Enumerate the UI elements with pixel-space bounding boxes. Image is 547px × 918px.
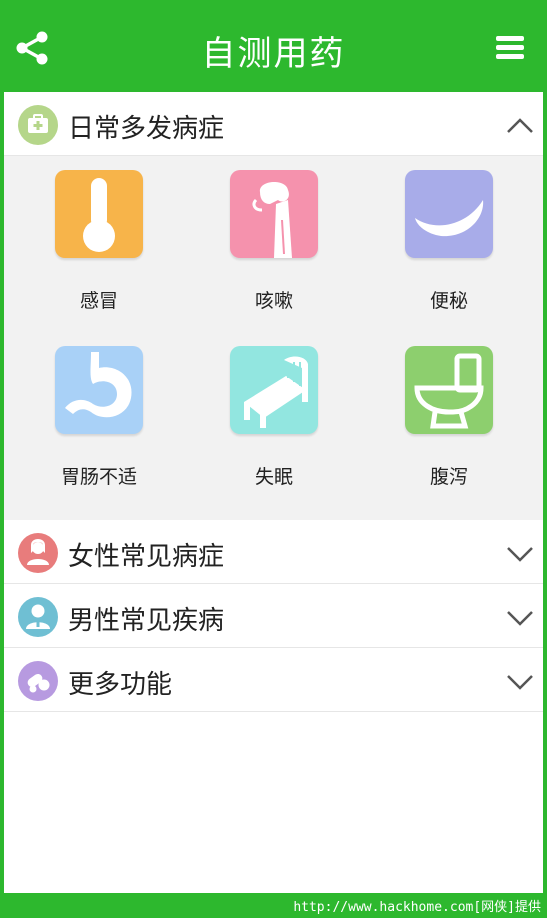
section-label: 日常多发病症 xyxy=(68,114,225,144)
app-bar: 自测用药 xyxy=(4,4,543,92)
section-label: 更多功能 xyxy=(68,670,173,700)
menu-button[interactable] xyxy=(494,32,528,66)
chevron-up-icon xyxy=(507,118,533,133)
page-title: 自测用药 xyxy=(201,34,346,74)
condition-label: 便秘 xyxy=(429,290,468,312)
app-screen: 自测用药 日常多发病症 感冒 咳嗽 便秘 胃肠不适 失眠 腹泻 女性常见病症 男… xyxy=(4,4,543,893)
toilet-icon xyxy=(405,346,493,434)
condition-label: 感冒 xyxy=(79,290,118,312)
cough-icon xyxy=(230,170,318,258)
condition-stomach[interactable]: 胃肠不适 xyxy=(24,332,174,502)
condition-cough[interactable]: 咳嗽 xyxy=(199,156,349,326)
section-label: 女性常见病症 xyxy=(68,542,225,572)
thermometer-icon xyxy=(55,170,143,258)
condition-label: 胃肠不适 xyxy=(60,466,137,488)
conditions-grid: 感冒 咳嗽 便秘 胃肠不适 失眠 腹泻 xyxy=(4,156,543,520)
section-header-more[interactable]: 更多功能 xyxy=(4,650,543,712)
chevron-down-icon xyxy=(507,547,533,562)
condition-insomnia[interactable]: 失眠 xyxy=(199,332,349,502)
condition-label: 失眠 xyxy=(254,466,293,488)
section-header-women[interactable]: 女性常见病症 xyxy=(4,522,543,584)
stomach-icon xyxy=(55,346,143,434)
watermark-text: http://www.hackhome.com[网侠]提供 xyxy=(293,900,541,915)
condition-cold[interactable]: 感冒 xyxy=(24,156,174,326)
condition-label: 咳嗽 xyxy=(254,290,293,312)
section-header-daily[interactable]: 日常多发病症 xyxy=(4,94,543,156)
condition-diarrhea[interactable]: 腹泻 xyxy=(374,332,524,502)
banana-icon xyxy=(405,170,493,258)
section-label: 男性常见疾病 xyxy=(68,606,225,636)
chevron-down-icon xyxy=(507,611,533,626)
condition-label: 腹泻 xyxy=(429,466,468,488)
pills-icon xyxy=(18,661,58,701)
medkit-icon xyxy=(18,105,58,145)
hamburger-icon xyxy=(496,36,524,59)
chevron-down-icon xyxy=(507,675,533,690)
female-doctor-icon xyxy=(18,533,58,573)
section-header-men[interactable]: 男性常见疾病 xyxy=(4,586,543,648)
bed-icon xyxy=(230,346,318,434)
male-doctor-icon xyxy=(18,597,58,637)
condition-constipation[interactable]: 便秘 xyxy=(374,156,524,326)
